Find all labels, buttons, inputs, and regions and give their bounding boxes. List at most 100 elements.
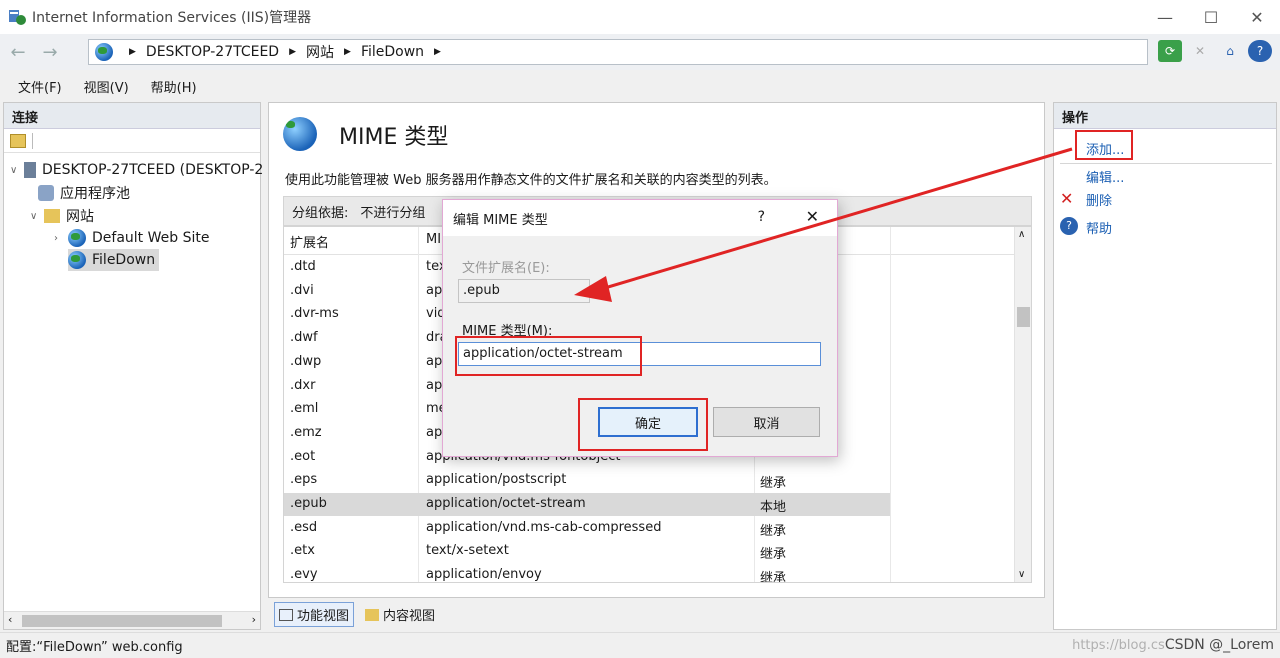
toolbar-divider	[32, 132, 33, 149]
status-bar: 配置:“FileDown” web.config https://blog.cs…	[0, 632, 1280, 658]
watermark: https://blog.csCSDN @_Lorem	[1072, 637, 1274, 653]
table-row[interactable]: .evy application/envoy 继承	[284, 564, 890, 583]
scroll-thumb[interactable]	[1017, 307, 1030, 327]
scroll-thumb[interactable]	[22, 615, 222, 627]
table-cell-ext: .eps	[290, 472, 318, 488]
stop-icon[interactable]: ✕	[1188, 40, 1212, 62]
column-header-mime[interactable]: MI	[426, 232, 441, 247]
menu-file[interactable]: 文件(F)	[18, 77, 62, 96]
breadcrumb-filedown[interactable]: FileDown	[361, 44, 424, 60]
menu-view[interactable]: 视图(V)	[84, 77, 129, 96]
table-cell-ext: .esd	[290, 519, 318, 535]
refresh-icon[interactable]: ⟳	[1158, 40, 1182, 62]
watermark-url: https://blog.cs	[1072, 638, 1165, 653]
navigation-bar: ← → ▶ DESKTOP-27TCEED ▶ 网站 ▶ FileDown ▶ …	[0, 34, 1280, 70]
table-cell-type: 本地	[760, 500, 787, 515]
group-by-select[interactable]: 不进行分组	[360, 202, 425, 221]
chevron-right-icon: ▶	[289, 47, 297, 57]
tree-item-label: 应用程序池	[60, 186, 130, 202]
table-cell-ext: .evy	[290, 567, 318, 583]
content-view-icon	[365, 608, 380, 621]
breadcrumb-server[interactable]: DESKTOP-27TCEED	[146, 44, 279, 60]
tab-label: 功能视图	[297, 609, 350, 624]
column-header-extension[interactable]: 扩展名	[290, 232, 329, 251]
edit-action[interactable]: 编辑...	[1086, 167, 1124, 186]
dialog-close-icon[interactable]: ✕	[806, 207, 819, 226]
server-icon	[24, 162, 36, 178]
iis-app-icon	[9, 10, 26, 25]
tree-item-filedown[interactable]: FileDown	[68, 249, 160, 271]
forward-arrow-icon[interactable]: →	[36, 38, 64, 66]
chevron-right-icon[interactable]: ▶	[434, 47, 441, 57]
scroll-right-icon[interactable]: ›	[252, 613, 256, 626]
tree-item-default-web-site[interactable]: › Default Web Site	[54, 227, 209, 249]
folder-globe-icon	[44, 209, 60, 223]
sort-up-icon: ^	[344, 226, 353, 234]
breadcrumb-sites[interactable]: 网站	[306, 42, 334, 62]
table-cell-type: 继承	[760, 571, 787, 583]
window-title: Internet Information Services (IIS)管理器	[32, 10, 312, 26]
table-cell-ext: .dvi	[290, 282, 314, 298]
table-cell-mime: ap	[426, 282, 443, 298]
tree-item-label: DESKTOP-27TCEED (DESKTOP-2	[42, 162, 264, 178]
group-by-label: 分组依据:	[292, 205, 349, 221]
scroll-down-icon[interactable]: ∨	[1018, 569, 1025, 580]
watermark-author: CSDN @_Lorem	[1164, 637, 1274, 653]
tree-toolbar	[4, 129, 260, 153]
tree-item-sites[interactable]: ∨ 网站	[30, 205, 94, 227]
view-tabs: 功能视图 内容视图	[274, 602, 440, 627]
menu-bar: 文件(F) 视图(V) 帮助(H)	[0, 72, 1280, 100]
maximize-icon[interactable]: ☐	[1188, 0, 1234, 34]
table-cell-type: 继承	[760, 523, 787, 539]
chevron-down-icon[interactable]: ∨	[30, 211, 40, 222]
scroll-left-icon[interactable]: ‹	[8, 613, 12, 626]
back-arrow-icon[interactable]: ←	[4, 38, 32, 66]
tab-features-view[interactable]: 功能视图	[274, 602, 355, 627]
chevron-down-icon[interactable]: ∨	[10, 165, 20, 176]
table-row[interactable]: .epub application/octet-stream 本地	[284, 493, 890, 516]
table-cell-ext: .epub	[290, 496, 327, 511]
scroll-up-icon[interactable]: ∧	[1018, 229, 1025, 240]
delete-action[interactable]: 删除	[1086, 190, 1112, 209]
cancel-button[interactable]: 取消	[713, 407, 820, 437]
table-cell-mime: application/octet-stream	[426, 496, 586, 511]
table-cell-mime: text/x-setext	[426, 543, 509, 559]
globe-icon	[68, 229, 86, 247]
close-icon[interactable]: ✕	[1234, 0, 1280, 34]
tab-label: 内容视图	[383, 609, 436, 624]
tab-content-view[interactable]: 内容视图	[360, 602, 440, 627]
status-text: 配置:“FileDown” web.config	[6, 640, 183, 655]
tree-item-app-pools[interactable]: 应用程序池	[38, 182, 130, 204]
page-description: 使用此功能管理被 Web 服务器用作静态文件的文件扩展名和关联的内容类型的列表。	[285, 173, 777, 188]
tree-item-label: Default Web Site	[92, 230, 210, 246]
help-icon: ?	[1060, 217, 1078, 235]
delete-x-icon: ✕	[1060, 189, 1074, 208]
page-title: MIME 类型	[339, 125, 449, 150]
vertical-scrollbar[interactable]: ∧ ∨	[1014, 227, 1031, 582]
highlight-ok-box	[578, 398, 708, 451]
actions-panel: 操作 添加... 编辑... ✕ 删除 ? 帮助	[1053, 102, 1277, 630]
globe-icon	[68, 251, 86, 269]
address-bar[interactable]: ▶ DESKTOP-27TCEED ▶ 网站 ▶ FileDown ▶	[88, 39, 1148, 65]
home-icon[interactable]: ⌂	[1218, 40, 1242, 62]
tree-item-server[interactable]: ∨ DESKTOP-27TCEED (DESKTOP-2	[10, 159, 263, 181]
table-cell-mime: ap	[426, 377, 443, 393]
help-icon[interactable]: ?	[1248, 40, 1272, 62]
dialog-help-icon[interactable]: ?	[758, 209, 765, 225]
title-bar: Internet Information Services (IIS)管理器 —…	[0, 0, 1280, 34]
chevron-right-icon[interactable]: ›	[54, 233, 64, 244]
minimize-icon[interactable]: —	[1142, 0, 1188, 34]
table-cell-ext: .etx	[290, 543, 315, 559]
extension-label: 文件扩展名(E):	[462, 261, 550, 276]
connections-panel: 连接 ∨ DESKTOP-27TCEED (DESKTOP-2 应用程序池 ∨ …	[3, 102, 263, 630]
horizontal-scrollbar[interactable]: ‹ ›	[4, 611, 260, 629]
menu-help[interactable]: 帮助(H)	[151, 77, 197, 96]
table-row[interactable]: .etx text/x-setext 继承	[284, 540, 890, 563]
table-row[interactable]: .esd application/vnd.ms-cab-compressed 继承	[284, 517, 890, 540]
connect-icon[interactable]	[10, 133, 26, 148]
table-cell-ext: .dwp	[290, 353, 322, 369]
help-action[interactable]: 帮助	[1086, 218, 1112, 237]
table-cell-mime: ap	[426, 424, 443, 440]
table-row[interactable]: .eps application/postscript 继承	[284, 469, 890, 492]
features-view-icon	[279, 608, 293, 621]
